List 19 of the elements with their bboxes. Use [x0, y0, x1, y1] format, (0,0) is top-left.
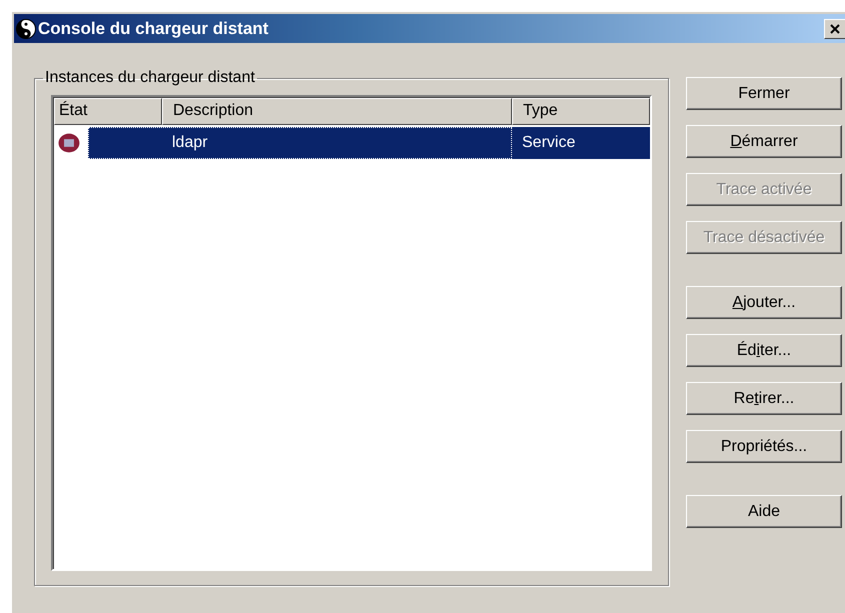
dialog-button[interactable]: Démarrer — [686, 125, 842, 158]
close-icon — [830, 24, 840, 34]
yin-yang-icon — [16, 18, 36, 38]
dialog-button[interactable]: Aide — [686, 495, 842, 528]
dialog-button[interactable]: Fermer — [686, 77, 842, 110]
instance-row[interactable]: ldapr Service — [54, 127, 650, 159]
column-header[interactable]: Description — [162, 98, 512, 125]
group-label: Instances du chargeur distant — [44, 69, 256, 87]
description-cell: ldapr — [88, 127, 512, 159]
stop-status-icon — [56, 132, 82, 154]
column-header[interactable]: Type — [512, 98, 650, 125]
close-button[interactable] — [824, 18, 845, 38]
type-cell: Service — [512, 127, 650, 159]
column-header[interactable]: État — [54, 98, 162, 125]
dialog-button[interactable]: Éditer... — [686, 334, 842, 367]
dialog-button[interactable]: Propriétés... — [686, 430, 842, 463]
window-title: Console du chargeur distant — [38, 18, 268, 38]
dialog-button[interactable]: Ajouter... — [686, 286, 842, 319]
dialog-button[interactable]: Retirer... — [686, 382, 842, 415]
